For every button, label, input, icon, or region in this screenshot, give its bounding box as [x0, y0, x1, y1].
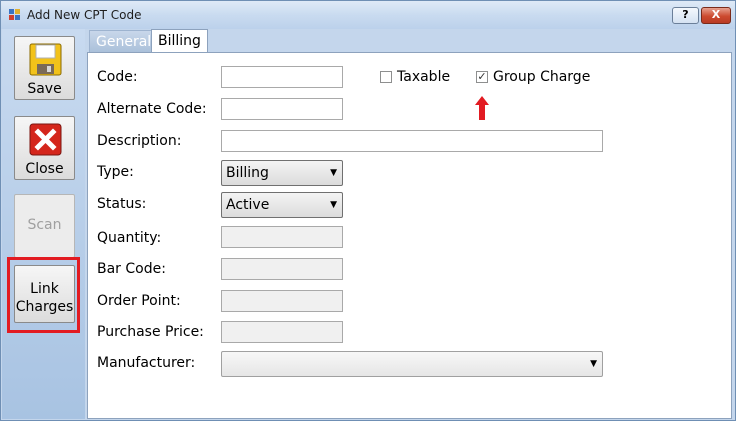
taxable-checkbox[interactable] [380, 71, 392, 83]
main-area: General Billing Code: Taxable ✓ Group Ch… [87, 29, 732, 419]
scan-button[interactable]: Scan [14, 194, 75, 258]
bar-code-input[interactable] [221, 258, 343, 280]
purchase-price-input[interactable] [221, 321, 343, 343]
bar-code-label: Bar Code: [97, 261, 166, 277]
type-dropdown[interactable]: Billing ▼ [221, 160, 343, 186]
help-button[interactable]: ? [672, 7, 699, 24]
code-label: Code: [97, 69, 138, 85]
save-button[interactable]: Save [14, 36, 75, 100]
group-charge-checkbox[interactable]: ✓ [476, 71, 488, 83]
add-cpt-code-window: Add New CPT Code ? X Save Close Scan Lin… [0, 0, 736, 421]
alternate-code-label: Alternate Code: [97, 101, 207, 117]
save-label: Save [27, 81, 62, 97]
status-label: Status: [97, 196, 147, 212]
chevron-down-icon: ▼ [330, 200, 337, 210]
type-value: Billing [226, 165, 269, 181]
chevron-down-icon: ▼ [330, 168, 337, 178]
taxable-label: Taxable [397, 69, 451, 85]
billing-panel: Code: Taxable ✓ Group Charge Alternate C… [87, 52, 732, 419]
app-icon [9, 9, 20, 20]
order-point-input[interactable] [221, 290, 343, 312]
close-label: Close [25, 161, 64, 177]
quantity-label: Quantity: [97, 230, 162, 246]
annotation-arrow-icon [475, 96, 489, 120]
annotation-highlight-box [7, 257, 80, 333]
order-point-label: Order Point: [97, 293, 181, 309]
alternate-code-input[interactable] [221, 98, 343, 120]
title-bar[interactable]: Add New CPT Code ? X [1, 1, 735, 29]
manufacturer-label: Manufacturer: [97, 355, 196, 371]
tab-general[interactable]: General [89, 30, 159, 53]
chevron-down-icon: ▼ [590, 359, 597, 369]
group-charge-label: Group Charge [493, 69, 591, 85]
status-value: Active [226, 197, 270, 213]
purchase-price-label: Purchase Price: [97, 324, 204, 340]
code-input[interactable] [221, 66, 343, 88]
close-icon [29, 123, 62, 156]
quantity-input[interactable] [221, 226, 343, 248]
type-label: Type: [97, 164, 134, 180]
sidebar: Save Close Scan Link Charges [2, 29, 85, 419]
status-dropdown[interactable]: Active ▼ [221, 192, 343, 218]
floppy-disk-icon [29, 43, 62, 76]
description-label: Description: [97, 133, 182, 149]
close-button[interactable]: Close [14, 116, 75, 180]
description-input[interactable] [221, 130, 603, 152]
scan-label: Scan [27, 217, 62, 233]
window-title: Add New CPT Code [27, 8, 142, 22]
manufacturer-dropdown[interactable]: ▼ [221, 351, 603, 377]
window-close-button[interactable]: X [701, 7, 731, 24]
tab-billing[interactable]: Billing [151, 29, 208, 54]
